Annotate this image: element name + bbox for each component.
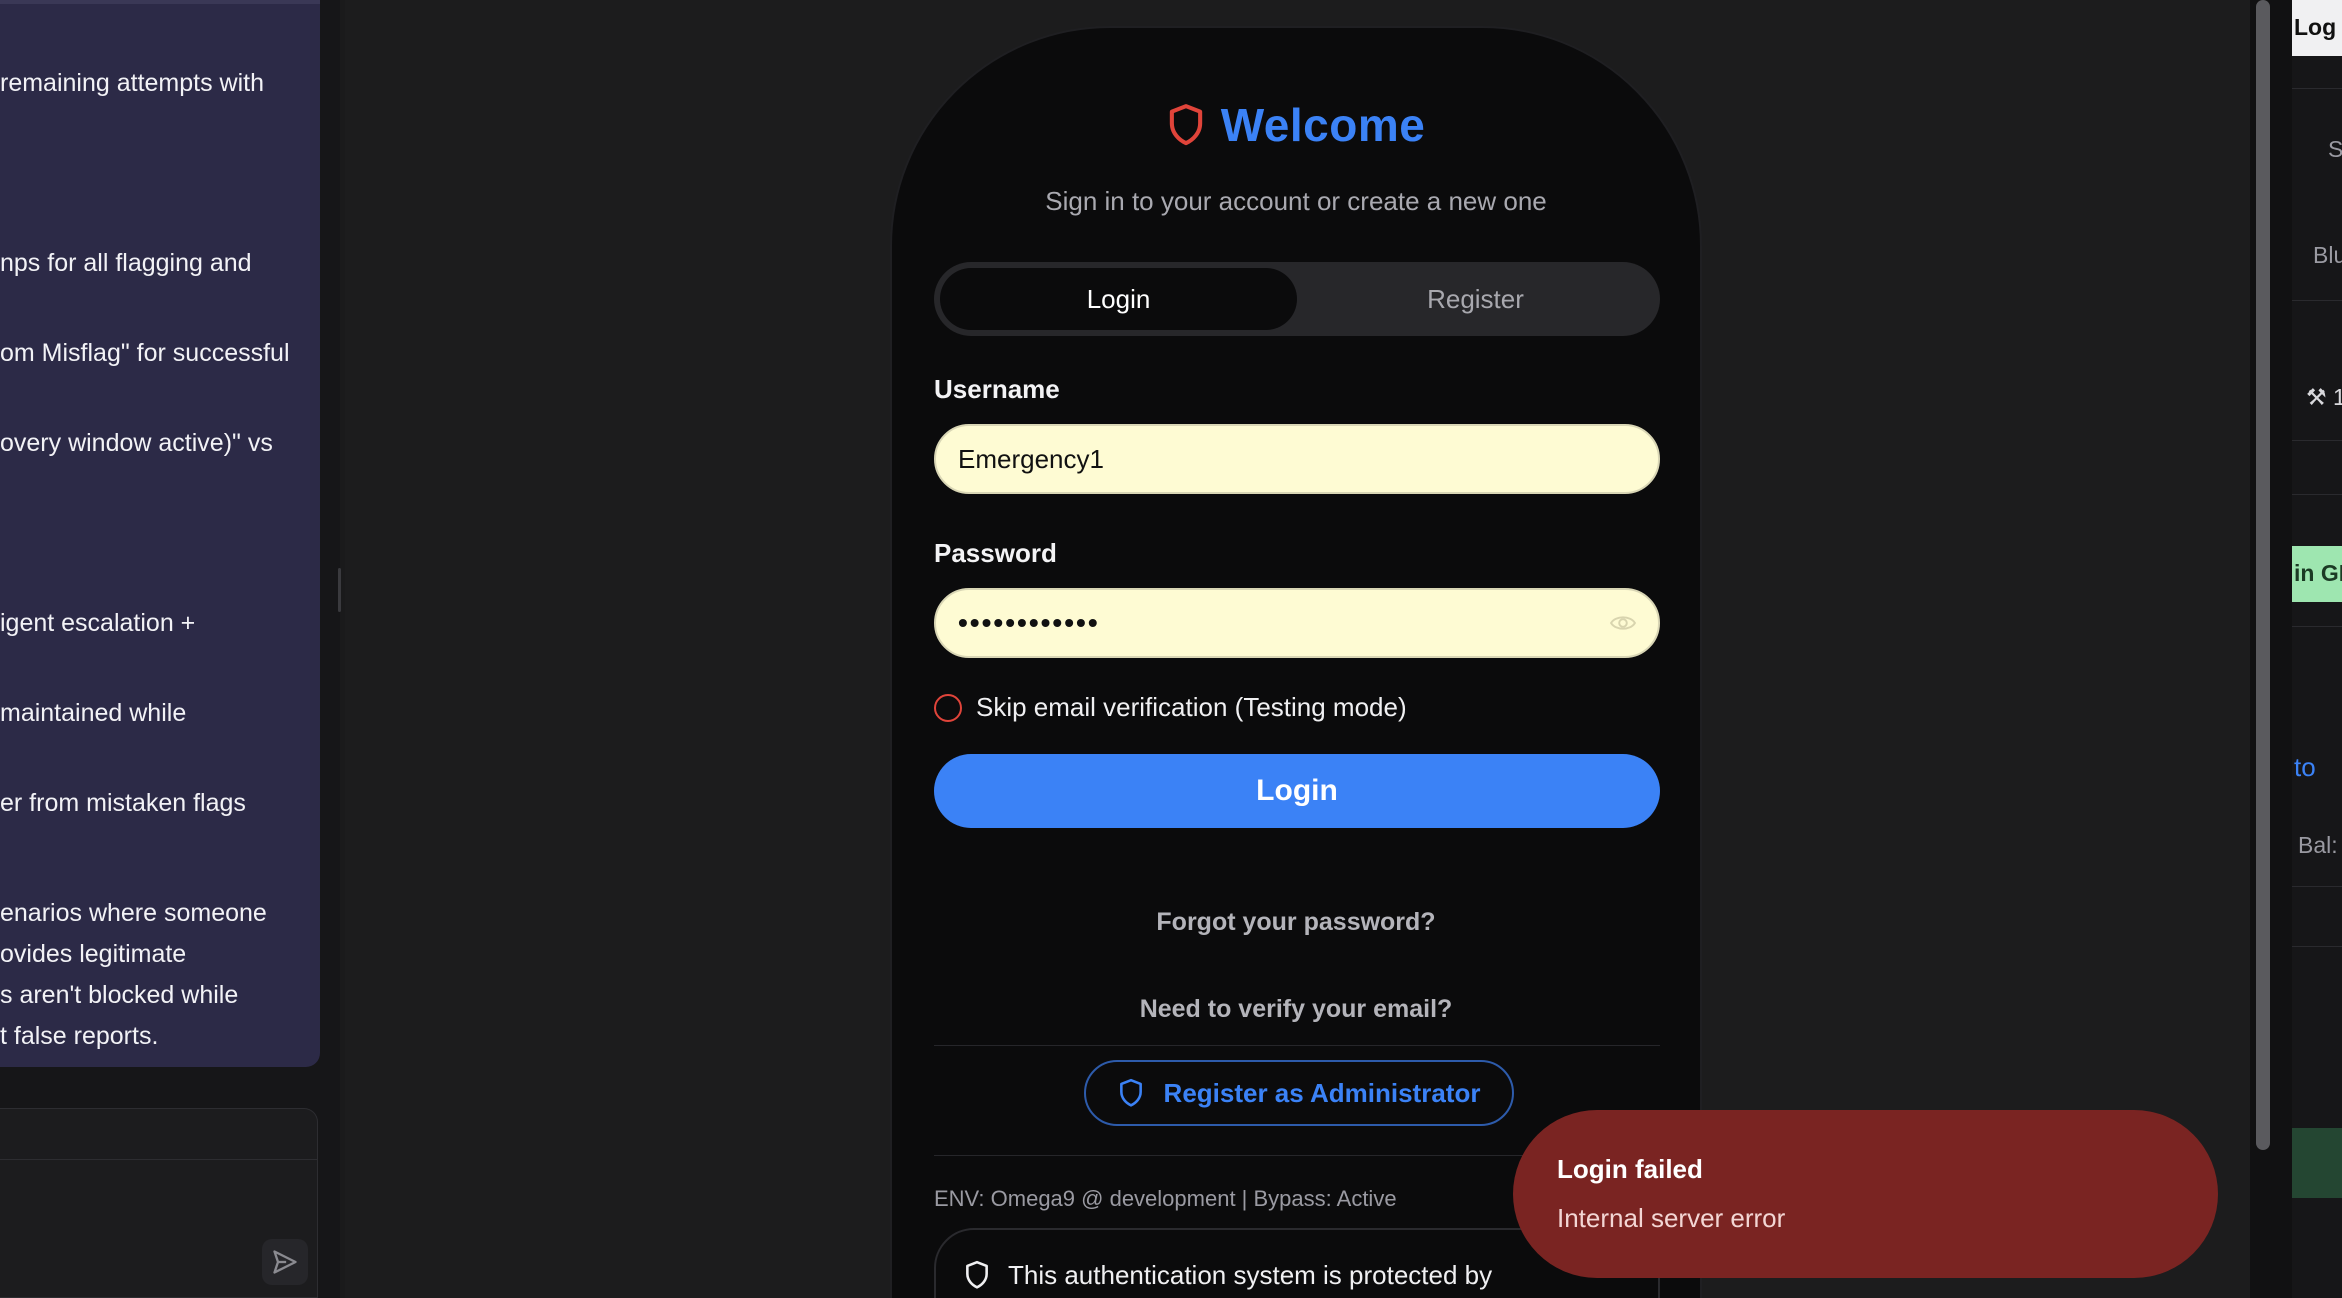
verify-email-link[interactable]: Need to verify your email? [892,995,1700,1024]
chat-line: om Misflag" for successful [0,339,290,367]
username-label: Username [934,374,1060,404]
divider [934,1045,1660,1046]
chat-line: ovides legitimate [0,940,187,968]
chat-line: s aren't blocked while [0,981,239,1009]
chat-input-box[interactable] [0,1108,318,1298]
right-panel-fragment: Blu [2313,242,2342,268]
tab-register[interactable]: Register [1297,268,1654,330]
chat-line: nps for all flagging and [0,249,252,277]
chat-line: remaining attempts with [0,69,265,97]
shield-outline-icon [966,1260,988,1289]
username-input[interactable]: Emergency1 [934,424,1660,494]
app-root: remaining attempts with nps for all flag… [0,0,2342,1298]
divider [2292,626,2342,627]
toast-message: Internal server error [1557,1203,1786,1233]
right-panel-green-block [2292,1128,2342,1198]
register-admin-button[interactable]: Register as Administrator [1084,1060,1514,1126]
chat-line: overy window active)" vs [0,429,273,457]
send-icon [273,1250,297,1274]
chat-line: er from mistaken flags [0,789,246,817]
toast-title: Login failed [1557,1154,1703,1184]
right-panel-header[interactable]: Log I [2292,0,2342,56]
skip-verification-row[interactable]: Skip email verification (Testing mode) [934,692,1407,723]
register-admin-label: Register as Administrator [1163,1077,1481,1108]
forgot-password-link[interactable]: Forgot your password? [892,908,1700,937]
password-input[interactable]: •••••••••••• [934,588,1660,658]
green-badge-text: in GI [2294,560,2342,586]
right-side-panel [2292,0,2342,1298]
auth-subtitle: Sign in to your account or create a new … [1045,186,1547,216]
protection-notice-text: This authentication system is protected … [1008,1260,1493,1290]
page-title: Welcome [1220,99,1426,151]
divider [2292,946,2342,947]
right-panel-header-text: Log I [2294,14,2342,40]
chat-panel: remaining attempts with nps for all flag… [0,0,340,1298]
chat-line: enarios where someone [0,899,267,927]
right-panel-link[interactable]: to [2294,752,2316,783]
password-value: •••••••••••• [958,607,1100,638]
auth-tabs: Login Register [934,262,1660,336]
chat-input-divider [0,1159,318,1160]
right-panel-fragment: S [2328,136,2342,162]
chat-line: maintained while [0,699,187,727]
shield-icon [1169,104,1202,146]
chat-line: igent escalation + [0,609,196,637]
divider [2292,440,2342,441]
shield-outline-icon [1119,1078,1142,1107]
username-value: Emergency1 [958,443,1104,474]
tab-login[interactable]: Login [940,268,1297,330]
divider [2292,300,2342,301]
auth-header: Welcome [892,98,1700,152]
right-panel-count: 1 [2333,384,2342,410]
divider [2292,886,2342,887]
env-info: ENV: Omega9 @ development | Bypass: Acti… [934,1186,1397,1211]
skip-verification-label: Skip email verification (Testing mode) [976,692,1407,722]
password-label: Password [934,538,1057,568]
divider [2292,494,2342,495]
auth-card: Welcome Sign in to your account or creat… [890,26,1702,1298]
scrollbar[interactable] [2256,0,2270,1150]
chat-line: t false reports. [0,1022,159,1050]
skip-verification-checkbox[interactable] [934,693,962,722]
hammer-icon: ⚒ [2306,384,2327,410]
eye-icon[interactable] [1610,612,1636,634]
chat-message-card: remaining attempts with nps for all flag… [0,0,320,1067]
right-panel-fragment: Bal: [2298,832,2338,858]
right-panel-green-badge[interactable]: in GI [2292,546,2342,602]
error-toast[interactable]: Login failed Internal server error [1513,1110,2218,1278]
right-panel-fragment: ⚒ 1 [2306,384,2342,411]
panel-resize-handle[interactable] [338,568,341,612]
login-button[interactable]: Login [934,754,1660,828]
divider [2292,88,2342,89]
send-button[interactable] [262,1239,308,1285]
